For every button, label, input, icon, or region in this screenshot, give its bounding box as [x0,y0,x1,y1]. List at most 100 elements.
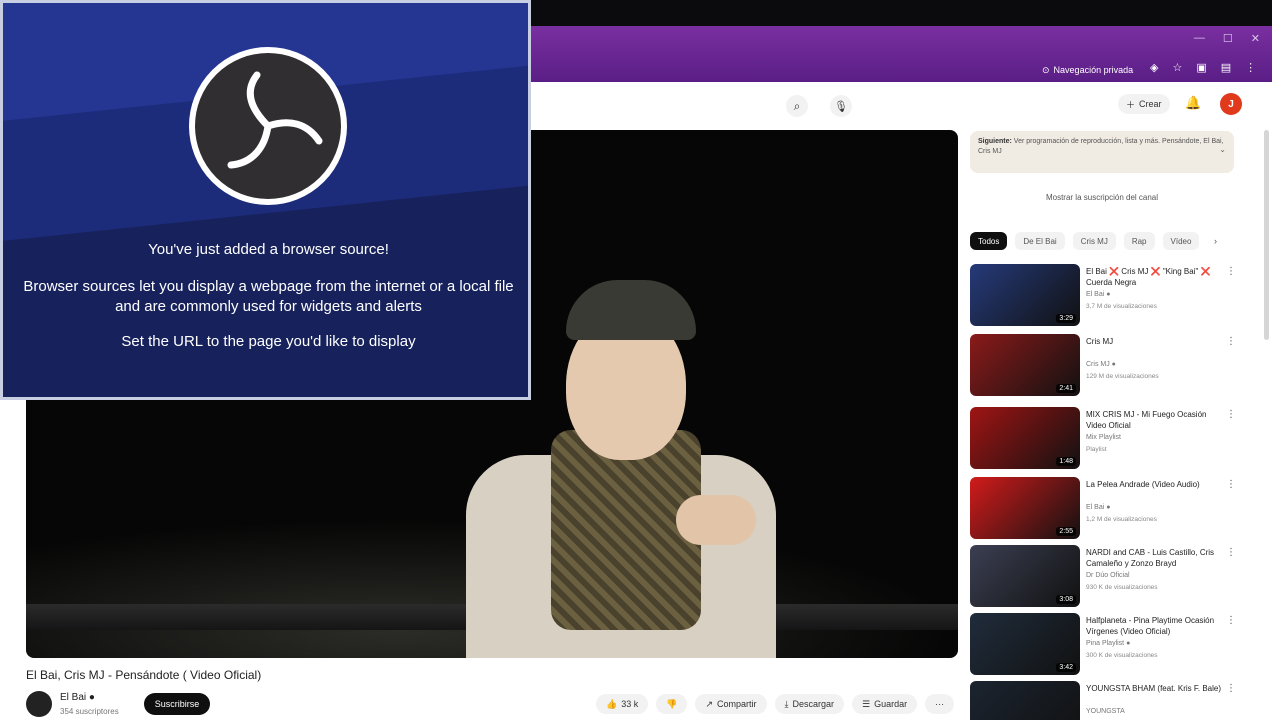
recommendation-item[interactable]: 2:41 Cris MJ Cris MJ ● 129 M de visualizaci… [970,334,1240,396]
share-button[interactable]: ↗ Compartir [695,694,767,714]
obs-logo-glyph [227,71,323,169]
download-icon: ⤓ [784,698,789,709]
download-label: Descargar [792,699,835,709]
video-duration: 3:42 [1056,663,1076,672]
download-tray-icon[interactable]: ▤ [1221,61,1231,74]
download-button[interactable]: ⤓ Descargar [774,694,845,714]
recommendation-channel[interactable]: Cris MJ ● [1086,361,1116,368]
browser-actions: ◈ ☆ ▣ ▤ ⋮ [1150,61,1256,74]
chevron-right-icon[interactable]: › [1214,236,1217,246]
video-thumbnail[interactable]: 3:29 [970,264,1080,326]
recommendation-item[interactable]: 3:29 El Bai ❌ Cris MJ ❌ "King Bai" ❌ Cuer… [970,264,1240,326]
recommendation-channel[interactable]: El Bai ● [1086,291,1110,298]
video-duration: 3:29 [1056,314,1076,323]
maximize-button[interactable]: ☐ [1223,32,1233,45]
filter-chips: Todos De El Bai Cris MJ Rap Vídeo [970,232,1200,250]
recommendation-item[interactable]: 1:48 MIX CRIS MJ - Mi Fuego Ocasión Video… [970,407,1240,469]
video-duration: 2:41 [1056,384,1076,393]
obs-browser-source-panel: You've just added a browser source! Brow… [0,0,531,400]
incognito-indicator[interactable]: ⊙ Navegación privada [1036,62,1139,78]
microphone-icon[interactable]: 🎙 [830,95,852,117]
video-title: El Bai, Cris MJ - Pensándote ( Video Ofi… [26,668,262,682]
share-icon: ↗ [705,698,713,709]
channel-avatar[interactable] [26,691,52,717]
window-controls: — ☐ ✕ [1194,32,1260,45]
extension-icon[interactable]: ◈ [1150,61,1158,74]
incognito-label: Navegación privada [1053,65,1134,75]
dislike-button[interactable]: 👎 [656,694,688,714]
recommendation-item[interactable]: 2:55 La Pelea Andrade (Video Audio) El Bai… [970,477,1240,539]
recommendation-channel[interactable]: YOUNGSTA [1086,708,1125,715]
more-options-icon[interactable]: ⋮ [1226,683,1236,694]
sidebar-scrollbar[interactable] [1264,130,1269,340]
share-label: Compartir [717,699,757,709]
subscriber-count: 354 suscriptores [60,707,119,716]
channel-name[interactable]: El Bai ● [60,692,95,703]
video-thumbnail[interactable]: 2:55 [970,477,1080,539]
recommendation-title[interactable]: NARDI and CAB - Luis Castillo, Cris Cama… [1086,547,1222,569]
bookmark-icon[interactable]: ☆ [1172,61,1182,74]
recommendation-title[interactable]: MIX CRIS MJ - Mi Fuego Ocasión Video Ofi… [1086,409,1222,431]
chip-rap[interactable]: Rap [1123,232,1155,250]
recommendation-title[interactable]: El Bai ❌ Cris MJ ❌ "King Bai" ❌ Cuerda N… [1086,266,1222,288]
profile-icon[interactable]: ▣ [1196,61,1206,74]
video-thumbnail[interactable]: 2:41 [970,334,1080,396]
obs-logo-icon [189,47,347,205]
video-thumbnail[interactable] [970,681,1080,720]
more-options-icon[interactable]: ⋮ [1226,409,1236,420]
recommendation-meta: 300 K de visualizaciones [1086,652,1158,659]
more-options-icon[interactable]: ⋮ [1226,615,1236,626]
plus-icon: ＋ [1126,99,1136,110]
recommendation-item[interactable]: YOUNGSTA BHAM (feat. Kris F. Bale) YOUNGS… [970,681,1240,720]
recommendation-item[interactable]: 3:42 Halfplaneta - Pina Playtime Ocasión … [970,613,1240,675]
chip-video[interactable]: Vídeo [1162,232,1200,250]
create-button[interactable]: ＋ Crear [1118,94,1170,114]
like-icon: 👍 [606,698,618,709]
obs-instruction: Set the URL to the page you'd like to di… [121,333,416,350]
video-actions: 👍 33 k 👎 ↗ Compartir ⤓ Descargar ☰ Guard… [596,694,955,714]
menu-icon[interactable]: ⋮ [1245,61,1256,74]
chevron-down-icon[interactable]: ⌄ [1219,145,1226,155]
subscribe-button[interactable]: Suscribirse [144,693,210,715]
recommendation-title[interactable]: Halfplaneta - Pina Playtime Ocasión Vírg… [1086,615,1222,637]
more-options-icon[interactable]: ⋮ [1226,547,1236,558]
recommendation-meta: 1,2 M de visualizaciones [1086,516,1157,523]
search-icon[interactable]: ⌕ [786,95,808,117]
create-label: Crear [1139,99,1162,109]
video-duration: 3:08 [1056,595,1076,604]
up-next-banner[interactable]: Siguiente: Ver programación de reproducc… [970,131,1234,173]
recommendation-channel[interactable]: Mix Playlist [1086,434,1121,441]
more-options-icon[interactable]: ⋮ [1226,266,1236,277]
recommendation-channel[interactable]: Dr Dúo Oficial [1086,572,1130,579]
save-button[interactable]: ☰ Guardar [852,694,918,714]
banner-text: Ver programación de reproducción, lista … [978,138,1224,155]
person-cap [566,280,696,340]
suggestion-text[interactable]: Mostrar la suscripción del canal [970,193,1234,202]
close-button[interactable]: ✕ [1251,32,1260,45]
recommendation-title[interactable]: Cris MJ [1086,336,1222,347]
obs-description: Browser sources let you display a webpag… [23,278,514,315]
more-options-icon[interactable]: ⋮ [1226,336,1236,347]
recommendation-channel[interactable]: Pina Playlist ● [1086,640,1130,647]
minimize-button[interactable]: — [1194,32,1205,45]
account-avatar[interactable]: J [1220,93,1242,115]
save-label: Guardar [874,699,908,709]
video-thumbnail[interactable]: 3:08 [970,545,1080,607]
notifications-bell-icon[interactable]: 🔔 [1185,95,1201,111]
more-actions-button[interactable]: ··· [925,694,955,714]
recommendation-title[interactable]: YOUNGSTA BHAM (feat. Kris F. Bale) [1086,683,1222,694]
save-icon: ☰ [862,698,871,709]
recommendation-item[interactable]: 3:08 NARDI and CAB - Luis Castillo, Cris … [970,545,1240,607]
chip-from-channel[interactable]: De El Bai [1015,232,1065,250]
recommendation-title[interactable]: La Pelea Andrade (Video Audio) [1086,479,1222,490]
like-button[interactable]: 👍 33 k [596,694,649,714]
video-duration: 1:48 [1056,457,1076,466]
video-thumbnail[interactable]: 3:42 [970,613,1080,675]
more-options-icon[interactable]: ⋮ [1226,479,1236,490]
recommendation-channel[interactable]: El Bai ● [1086,504,1110,511]
video-thumbnail[interactable]: 1:48 [970,407,1080,469]
recommendation-meta: 129 M de visualizaciones [1086,373,1159,380]
screen: — ☐ ✕ ⊙ Navegación privada ◈ ☆ ▣ ▤ ⋮ ⌕ 🎙… [0,0,1272,720]
chip-artist[interactable]: Cris MJ [1072,232,1116,250]
chip-all[interactable]: Todos [970,232,1008,250]
